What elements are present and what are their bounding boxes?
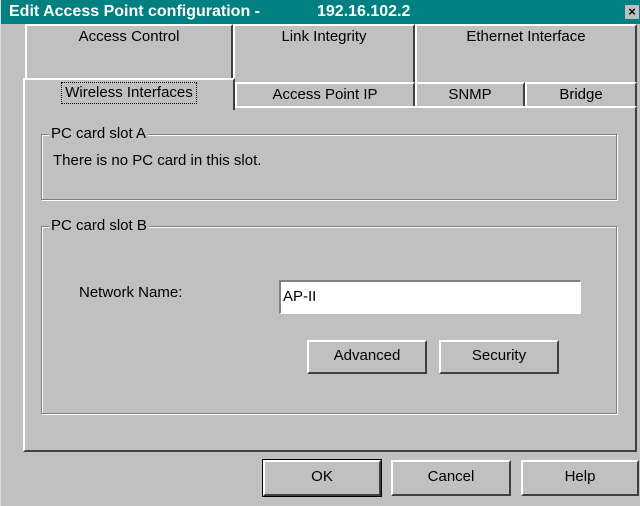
tab-label: Access Control	[78, 28, 180, 45]
network-name-input[interactable]: AP-II	[279, 280, 581, 314]
tab-wireless-interfaces[interactable]: Wireless Interfaces	[23, 78, 235, 110]
tab-label: SNMP	[448, 86, 492, 103]
network-name-label: Network Name:	[79, 284, 183, 301]
dialog-window: Edit Access Point configuration - 192.16…	[0, 0, 640, 506]
tab-access-control[interactable]: Access Control	[25, 24, 233, 82]
ok-button[interactable]: OK	[262, 459, 382, 497]
window-title: Edit Access Point configuration -	[9, 3, 260, 20]
help-button-label: Help	[564, 468, 596, 485]
title-bar[interactable]: Edit Access Point configuration - 192.16…	[1, 0, 640, 24]
tab-label: Link Integrity	[281, 28, 367, 45]
help-button[interactable]: Help	[521, 460, 639, 496]
security-button[interactable]: Security	[439, 340, 559, 374]
slot-a-message: There is no PC card in this slot.	[53, 152, 262, 169]
security-button-label: Security	[471, 347, 527, 364]
advanced-button-label: Advanced	[333, 347, 401, 364]
advanced-button[interactable]: Advanced	[307, 340, 427, 374]
close-icon[interactable]: ×	[625, 5, 639, 19]
tab-label: Access Point IP	[272, 86, 378, 103]
window-title-ip: 192.16.102.2	[317, 3, 411, 20]
cancel-button[interactable]: Cancel	[391, 460, 511, 496]
tab-label: Bridge	[559, 86, 603, 103]
tab-bridge[interactable]: Bridge	[525, 82, 637, 108]
tab-access-point-ip[interactable]: Access Point IP	[235, 82, 415, 108]
tab-snmp[interactable]: SNMP	[415, 82, 525, 108]
tab-label: Wireless Interfaces	[61, 82, 197, 104]
ok-button-label: OK	[311, 468, 333, 485]
slot-b-group	[41, 226, 617, 414]
tab-label: Ethernet Interface	[466, 28, 586, 45]
cancel-button-label: Cancel	[427, 468, 475, 485]
tab-ethernet-interface[interactable]: Ethernet Interface	[415, 24, 637, 82]
slot-b-legend: PC card slot B	[49, 217, 149, 234]
slot-a-legend: PC card slot A	[49, 125, 149, 142]
tab-link-integrity[interactable]: Link Integrity	[233, 24, 415, 82]
